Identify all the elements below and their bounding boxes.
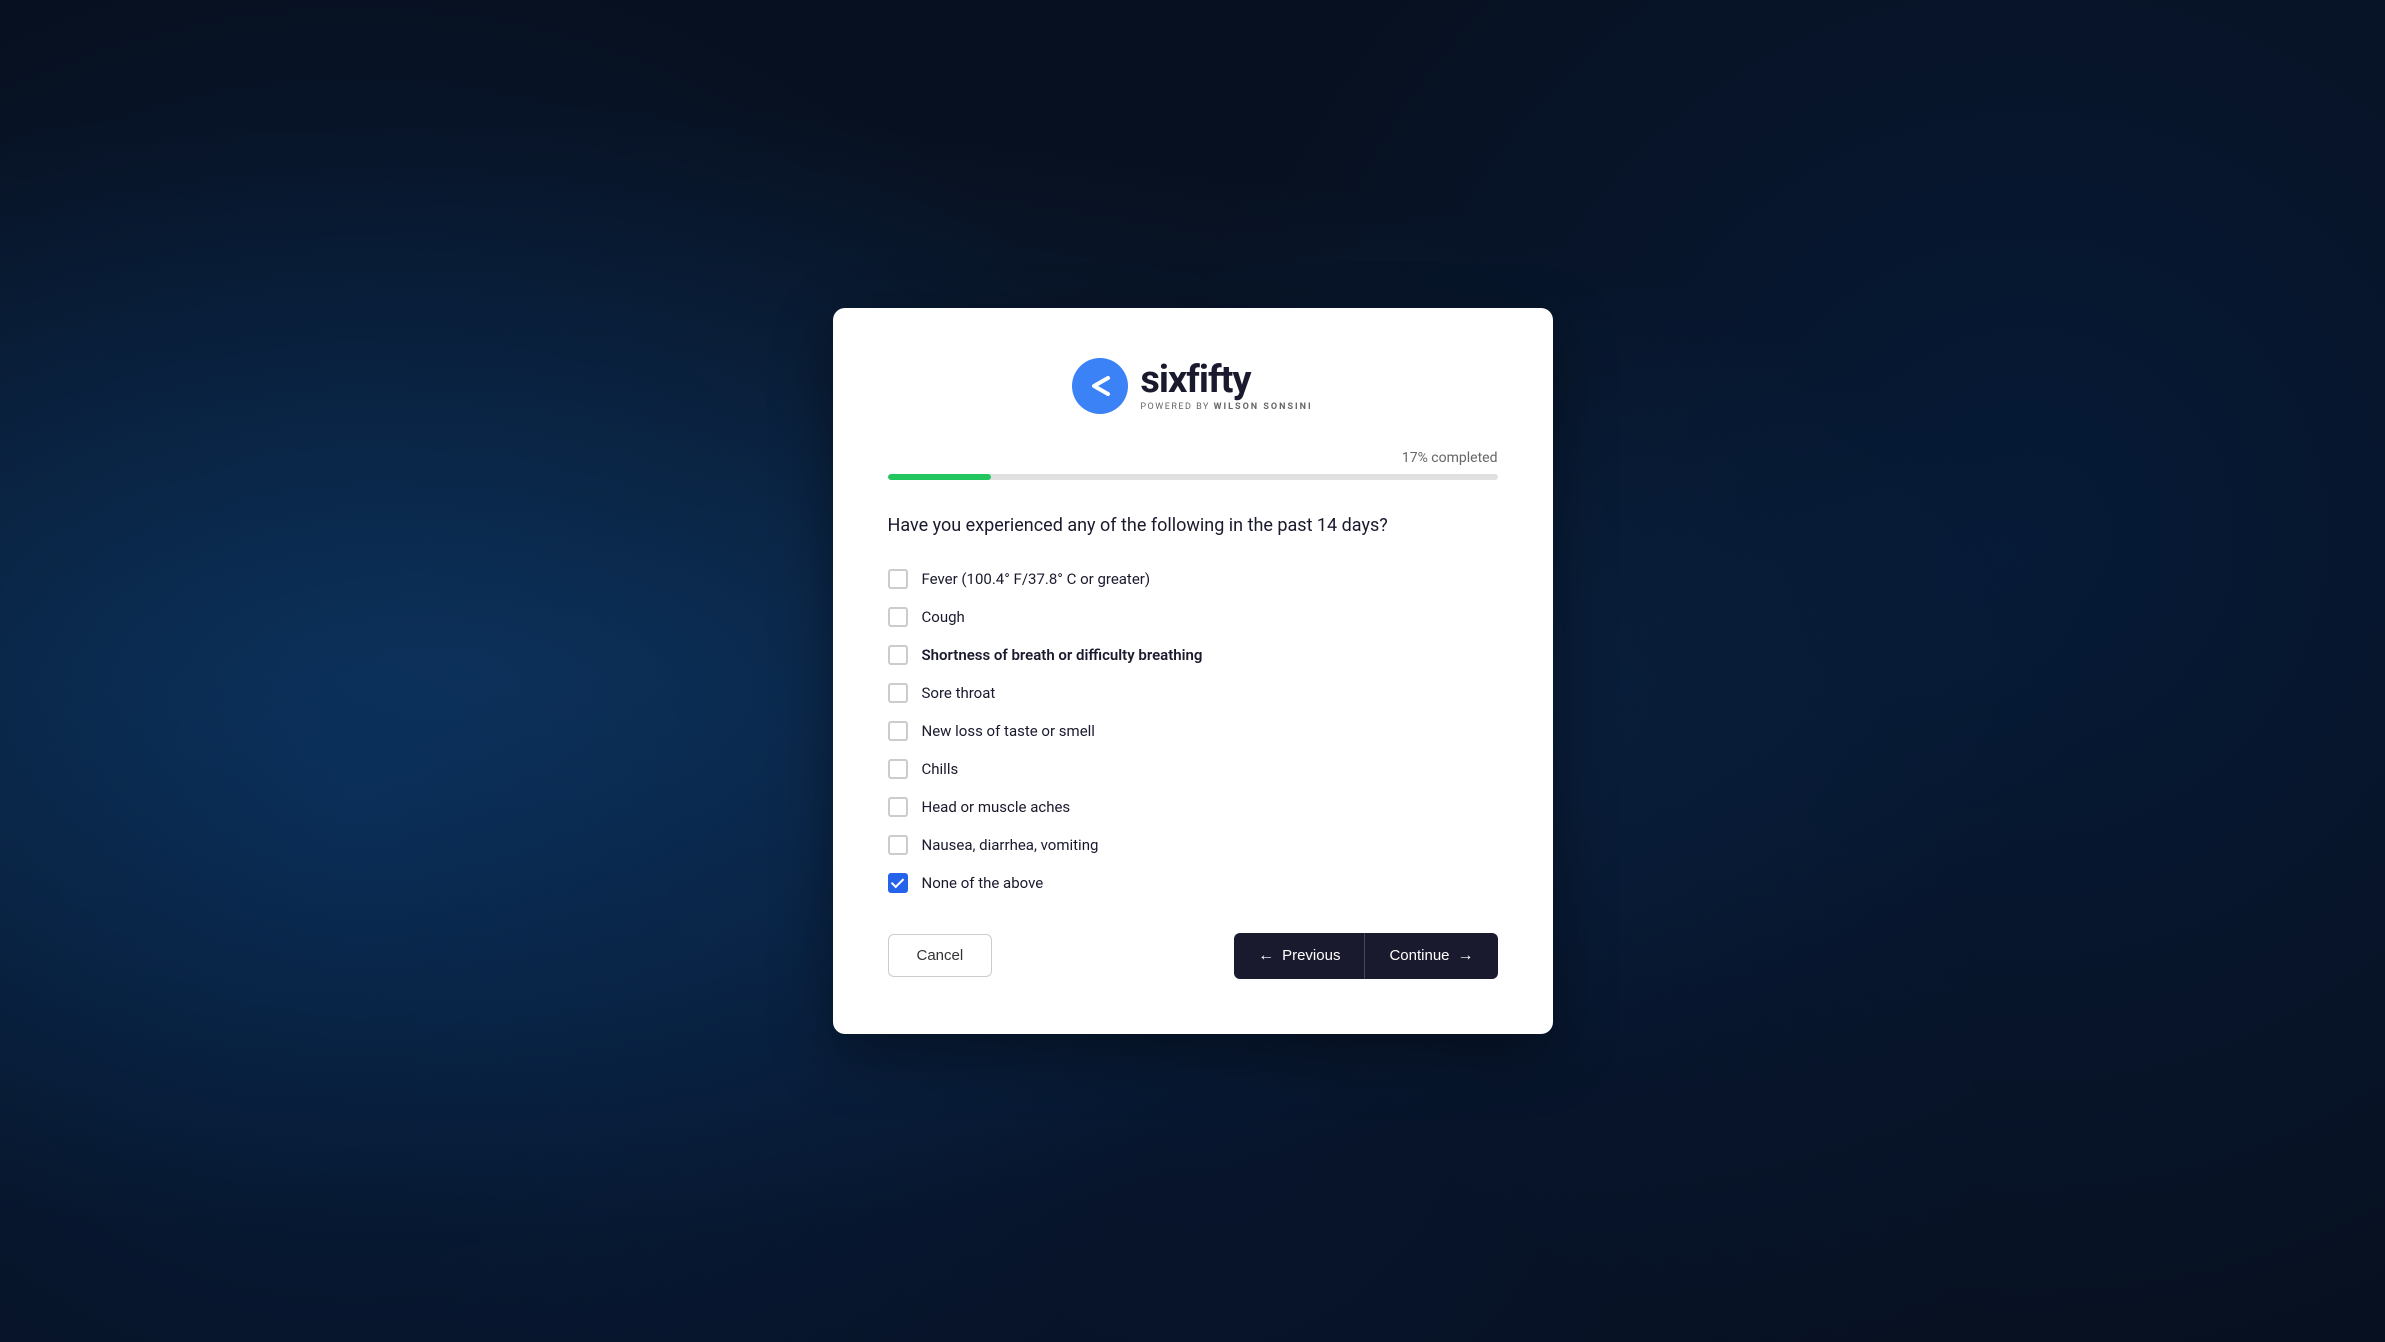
progress-section: 17% completed xyxy=(888,450,1498,480)
logo-area: sixfifty POWERED BY WILSON SONSINI xyxy=(888,358,1498,414)
logo-brand-text: sixfifty xyxy=(1140,361,1250,399)
list-item[interactable]: Fever (100.4° F/37.8° C or greater) xyxy=(888,569,1498,589)
list-item[interactable]: Head or muscle aches xyxy=(888,797,1498,817)
checkbox-label-taste-smell: New loss of taste or smell xyxy=(922,722,1095,740)
checkbox-label-sore-throat: Sore throat xyxy=(922,684,996,702)
checkbox-label-cough: Cough xyxy=(922,608,965,626)
logo-powered-text: POWERED BY WILSON SONSINI xyxy=(1140,402,1312,412)
continue-button[interactable]: Continue xyxy=(1365,933,1497,979)
checkbox-taste-smell[interactable] xyxy=(888,721,908,741)
checkbox-label-nausea: Nausea, diarrhea, vomiting xyxy=(922,836,1099,854)
progress-bar-track xyxy=(888,474,1498,480)
question-text: Have you experienced any of the followin… xyxy=(888,512,1498,541)
checkbox-list: Fever (100.4° F/37.8° C or greater) Coug… xyxy=(888,569,1498,893)
nav-button-group: Previous Continue xyxy=(1234,933,1497,979)
list-item[interactable]: Nausea, diarrhea, vomiting xyxy=(888,835,1498,855)
checkbox-label-shortness: Shortness of breath or difficulty breath… xyxy=(922,646,1203,664)
checkbox-label-chills: Chills xyxy=(922,760,959,778)
logo-container: sixfifty POWERED BY WILSON SONSINI xyxy=(1072,358,1312,414)
checkbox-head-muscle[interactable] xyxy=(888,797,908,817)
modal-container: sixfifty POWERED BY WILSON SONSINI 17% c… xyxy=(833,308,1553,1034)
logo-text-container: sixfifty POWERED BY WILSON SONSINI xyxy=(1140,361,1312,412)
arrow-left-icon xyxy=(1258,947,1274,965)
list-item[interactable]: Sore throat xyxy=(888,683,1498,703)
checkbox-chills[interactable] xyxy=(888,759,908,779)
cancel-button[interactable]: Cancel xyxy=(888,934,993,977)
list-item[interactable]: Shortness of breath or difficulty breath… xyxy=(888,645,1498,665)
list-item[interactable]: None of the above xyxy=(888,873,1498,893)
checkbox-nausea[interactable] xyxy=(888,835,908,855)
checkbox-label-none: None of the above xyxy=(922,874,1044,892)
list-item[interactable]: New loss of taste or smell xyxy=(888,721,1498,741)
buttons-row: Cancel Previous Continue xyxy=(888,933,1498,979)
previous-button[interactable]: Previous xyxy=(1234,933,1365,979)
sixfifty-logo-icon xyxy=(1072,358,1128,414)
checkbox-sore-throat[interactable] xyxy=(888,683,908,703)
checkbox-none[interactable] xyxy=(888,873,908,893)
list-item[interactable]: Chills xyxy=(888,759,1498,779)
checkbox-fever[interactable] xyxy=(888,569,908,589)
arrow-right-icon xyxy=(1458,947,1474,965)
progress-label: 17% completed xyxy=(888,450,1498,466)
progress-bar-fill xyxy=(888,474,992,480)
checkbox-shortness[interactable] xyxy=(888,645,908,665)
checkbox-cough[interactable] xyxy=(888,607,908,627)
checkbox-label-fever: Fever (100.4° F/37.8° C or greater) xyxy=(922,570,1151,588)
list-item[interactable]: Cough xyxy=(888,607,1498,627)
checkbox-label-head-muscle: Head or muscle aches xyxy=(922,798,1071,816)
